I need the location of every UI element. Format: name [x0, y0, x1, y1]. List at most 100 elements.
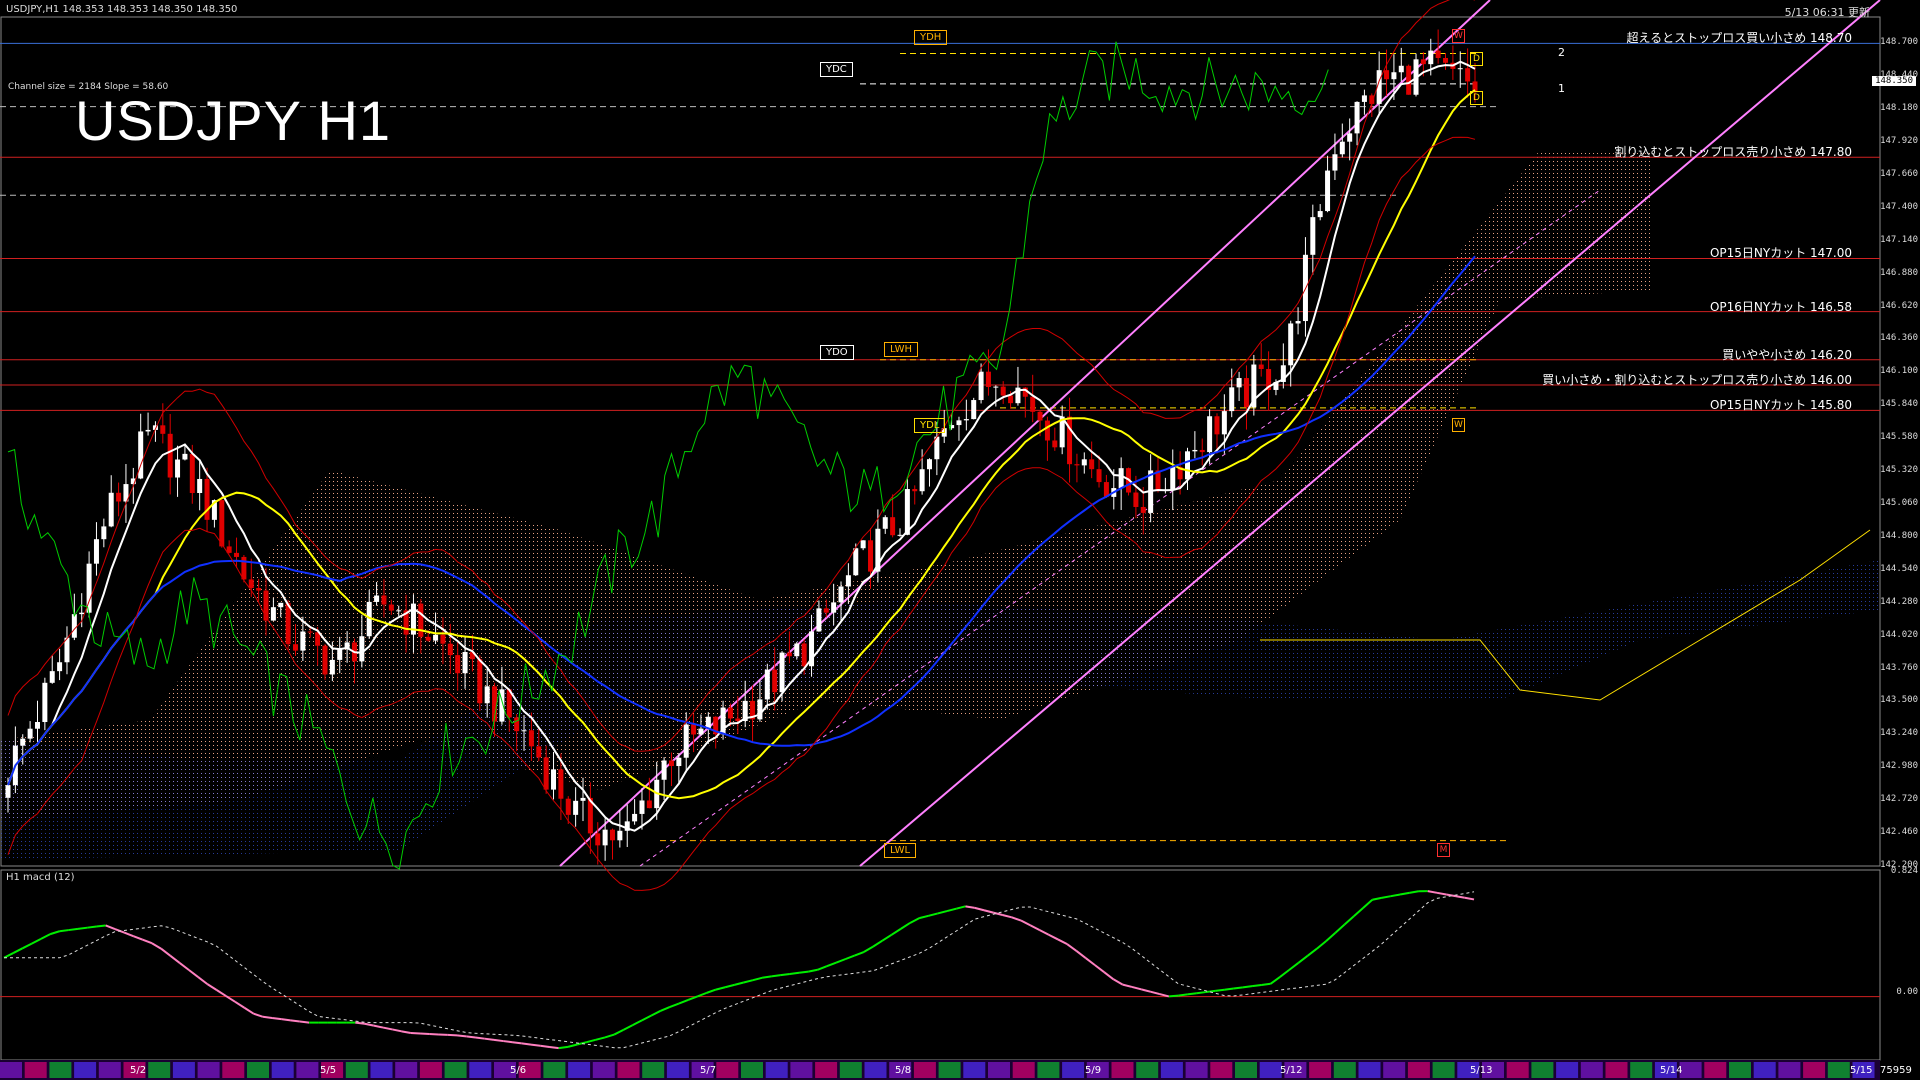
badge-w-top: W: [1452, 29, 1465, 43]
macd-line: [549, 1045, 559, 1050]
candle-body: [337, 649, 343, 660]
candle-body: [116, 492, 122, 502]
y-tick-label: 145.580: [1880, 432, 1918, 443]
candle-body: [1000, 386, 1006, 396]
time-bar-segment: [1531, 1062, 1554, 1078]
candle-body: [300, 631, 306, 651]
candle-body: [34, 722, 40, 729]
candle-body: [49, 671, 55, 683]
candle-body: [1008, 395, 1014, 404]
candle-body: [1089, 459, 1095, 470]
time-bar-segment: [247, 1062, 269, 1078]
candle-body: [1339, 141, 1345, 155]
candle-body: [1428, 50, 1434, 65]
time-bar-segment: [1358, 1062, 1381, 1078]
time-bar-segment: [74, 1062, 97, 1078]
candle-body: [801, 643, 807, 667]
x-tick-label: 5/14: [1660, 1065, 1683, 1076]
candle-body: [1229, 387, 1235, 412]
candle-body: [248, 579, 254, 589]
candle-body: [978, 371, 984, 401]
y-tick-label: 142.200: [1880, 860, 1918, 870]
candle-body: [1391, 72, 1397, 80]
candle-body: [904, 489, 910, 535]
candle-body: [595, 833, 601, 846]
candle-body: [477, 659, 483, 704]
channel-label-2: 2: [1558, 46, 1565, 59]
time-bar-segment: [1160, 1062, 1183, 1078]
macd-line: [290, 1019, 300, 1023]
macd-line: [1168, 994, 1179, 998]
candle-body: [602, 829, 608, 846]
macd-line: [1215, 988, 1225, 992]
time-bar-segment: [172, 1062, 195, 1078]
macd-line: [466, 1035, 476, 1039]
candle-body: [1332, 154, 1338, 171]
candle-body: [1317, 211, 1323, 218]
time-bar-segment: [1630, 1062, 1653, 1078]
time-bar-segment: [716, 1062, 739, 1078]
macd-line: [530, 1043, 541, 1047]
time-bar-segment: [741, 1062, 763, 1078]
time-bar-segment: [49, 1062, 72, 1078]
candle-body: [1199, 449, 1205, 453]
candle-body: [1074, 464, 1080, 466]
x-tick-label: 5/8: [895, 1065, 912, 1076]
candle-body: [794, 643, 800, 657]
candle-body: [204, 478, 210, 520]
x-tick-label: 5/15: [1850, 1065, 1873, 1076]
time-bar-segment: [0, 1062, 22, 1078]
candle-body: [219, 500, 225, 547]
time-bar-segment: [988, 1062, 1010, 1078]
time-bar-segment: [592, 1062, 615, 1078]
candle-body: [1443, 57, 1449, 63]
candle-body: [926, 459, 932, 470]
candle-body: [71, 614, 77, 638]
candle-body: [374, 595, 380, 602]
candle-body: [897, 534, 903, 536]
time-bar-segment: [815, 1062, 838, 1078]
level-label: OP15日NYカット 147.00: [1709, 246, 1852, 261]
y-tick-label: 148.700: [1880, 37, 1918, 48]
candle-body: [668, 760, 674, 767]
candle-body: [536, 746, 542, 758]
candle-body: [1221, 411, 1227, 435]
time-bar-segment: [24, 1062, 47, 1078]
candle-body: [1361, 95, 1367, 102]
time-bar-segment: [98, 1062, 121, 1078]
x-tick-label: 5/6: [510, 1065, 527, 1076]
candle-body: [543, 757, 549, 790]
macd-line: [1261, 982, 1271, 986]
candle-body: [1258, 364, 1264, 369]
candle-body: [108, 492, 114, 527]
time-bar-segment: [938, 1062, 961, 1078]
candle-body: [145, 429, 151, 432]
candle-body: [1236, 378, 1242, 388]
y-tick-label: 147.660: [1880, 168, 1918, 179]
candle-body: [1243, 378, 1249, 408]
candle-body: [1295, 321, 1301, 324]
time-bar-segment: [568, 1062, 591, 1078]
time-bar-segment: [1037, 1062, 1060, 1078]
candle-body: [20, 738, 26, 746]
x-tick-label: 5/7: [700, 1065, 717, 1076]
candle-body: [425, 636, 431, 641]
candle-body: [985, 371, 991, 387]
candle-body: [256, 588, 262, 591]
candle-body: [558, 769, 564, 799]
time-bar-segment: [1383, 1062, 1406, 1078]
candle-body: [440, 634, 446, 644]
channel-label-1: 1: [1558, 82, 1565, 95]
macd-line: [540, 1044, 550, 1048]
candle-body: [551, 769, 557, 790]
symbol-header: USDJPY,H1 148.353 148.353 148.350 148.35…: [6, 4, 238, 15]
macd-line: [1178, 993, 1188, 997]
y-tick-label: 143.760: [1880, 662, 1918, 673]
candle-body: [963, 419, 969, 421]
x-tick-label: 5/13: [1470, 1065, 1493, 1076]
candle-body: [462, 652, 468, 674]
time-bar-segment: [1407, 1062, 1430, 1078]
macd-line: [780, 972, 790, 977]
macd-line: [68, 927, 79, 932]
time-bar-segment: [1778, 1062, 1801, 1078]
